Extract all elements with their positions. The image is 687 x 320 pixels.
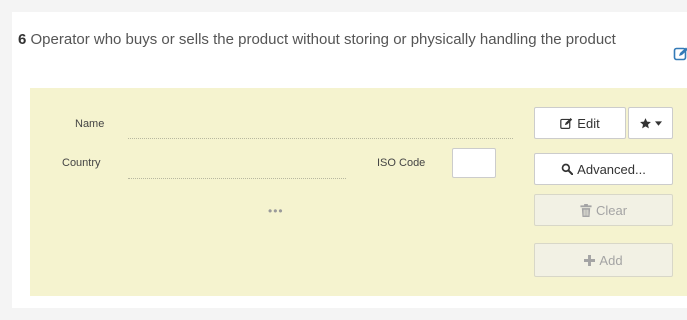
edit-button-label: Edit bbox=[577, 115, 600, 131]
name-field[interactable] bbox=[128, 138, 513, 139]
section-title-text: Operator who buys or sells the product w… bbox=[30, 31, 616, 48]
clear-button-label: Clear bbox=[595, 202, 628, 218]
advanced-button-label: Advanced... bbox=[577, 161, 646, 177]
country-field[interactable] bbox=[128, 178, 346, 179]
more-dots[interactable]: ••• bbox=[268, 204, 284, 218]
trash-icon bbox=[580, 203, 592, 217]
caret-down-icon bbox=[655, 120, 662, 126]
favorites-dropdown-button[interactable] bbox=[628, 107, 673, 139]
pencil-square-icon bbox=[560, 117, 573, 130]
edit-button[interactable]: Edit bbox=[534, 107, 626, 139]
country-label: Country bbox=[62, 157, 101, 169]
plus-icon bbox=[584, 254, 596, 266]
iso-code-input[interactable] bbox=[452, 148, 496, 178]
edit-icon[interactable] bbox=[673, 46, 687, 62]
search-icon bbox=[561, 163, 574, 175]
clear-button[interactable]: Clear bbox=[534, 194, 673, 226]
section-number: 6 bbox=[18, 31, 27, 48]
add-button[interactable]: Add bbox=[534, 243, 673, 277]
advanced-search-button[interactable]: Advanced... bbox=[534, 153, 673, 185]
star-icon bbox=[639, 117, 652, 130]
add-button-label: Add bbox=[599, 252, 623, 268]
iso-code-label: ISO Code bbox=[377, 157, 426, 169]
section-title: 6 Operator who buys or sells the product… bbox=[18, 31, 658, 49]
name-label: Name bbox=[75, 118, 105, 130]
